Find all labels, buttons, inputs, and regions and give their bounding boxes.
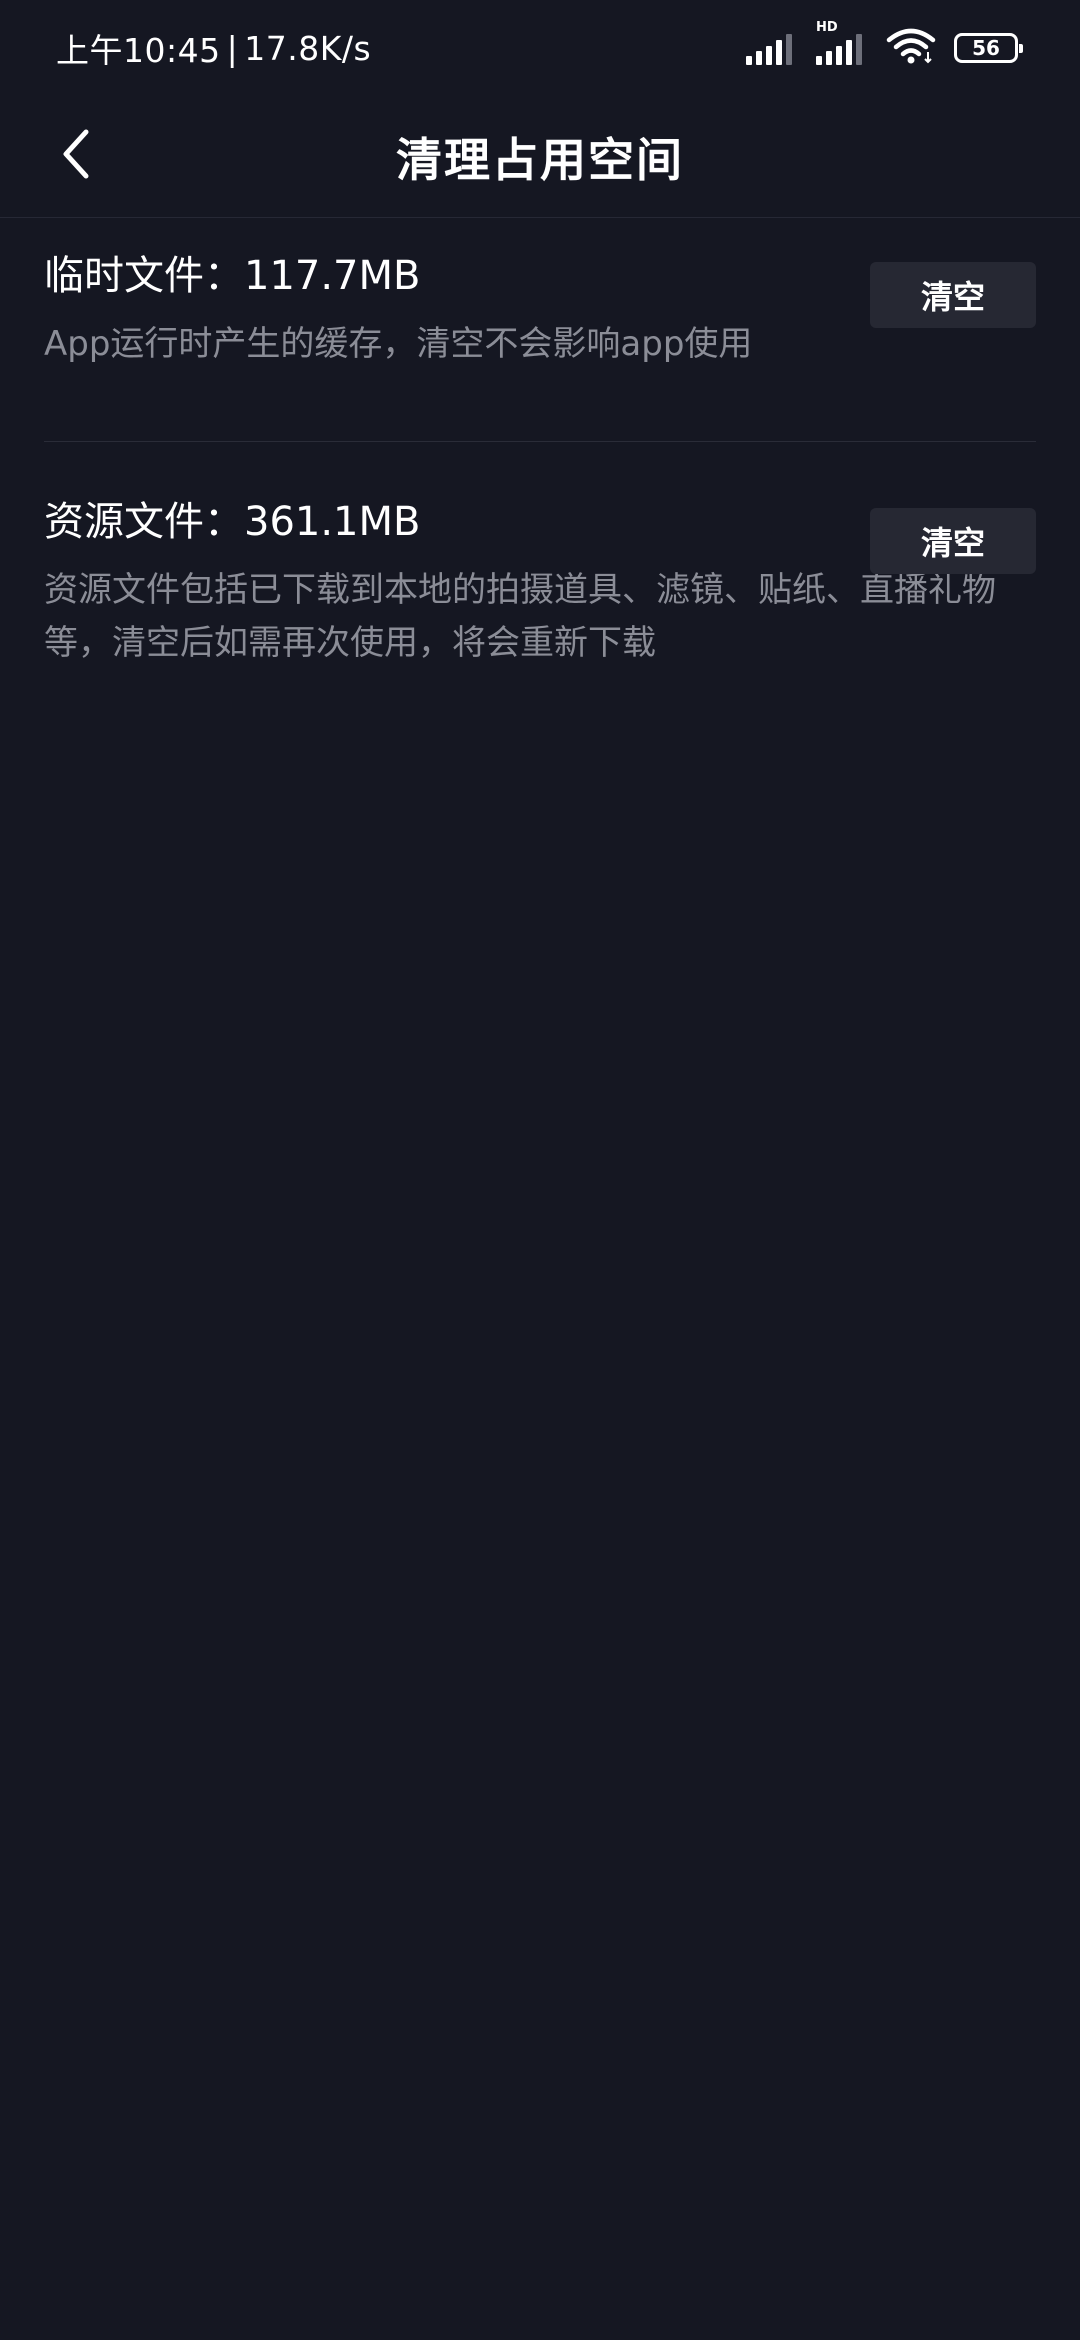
page-title: 清理占用空间 [396,132,684,187]
status-separator: | [226,28,239,68]
section-divider [44,441,1036,442]
hd-label: HD [816,20,838,35]
clear-temp-files-button[interactable]: 清空 [870,262,1036,328]
signal-hd-icon: HD [816,21,868,65]
resource-files-description: 资源文件包括已下载到本地的拍摄道具、滤镜、贴纸、直播礼物等，清空后如需再次使用，… [44,570,996,663]
temp-files-section: 临时文件：117.7MB App运行时产生的缓存，清空不会影响app使用 清空 [44,248,1036,371]
chevron-left-icon [58,126,94,186]
status-time: 上午10:45 [56,31,221,70]
clean-storage-page: 上午10:45 | 17.8K/s HD 56 清理占用空间 临时文件：117.… [0,0,1080,2340]
battery-icon: 56 [954,33,1023,63]
wifi-icon [886,28,936,68]
battery-level: 56 [972,36,1000,60]
clear-resource-files-button[interactable]: 清空 [870,508,1036,574]
resource-files-section: 资源文件：361.1MB 资源文件包括已下载到本地的拍摄道具、滤镜、贴纸、直播礼… [44,494,1036,669]
status-left: 上午10:45 | 17.8K/s [56,24,371,72]
signal-icon [746,31,798,65]
nav-bar: 清理占用空间 [0,96,1080,218]
back-button[interactable] [36,116,116,196]
status-right: HD 56 [746,21,1023,68]
status-bar: 上午10:45 | 17.8K/s HD 56 [0,0,1080,96]
network-speed: 17.8K/s [244,28,372,68]
